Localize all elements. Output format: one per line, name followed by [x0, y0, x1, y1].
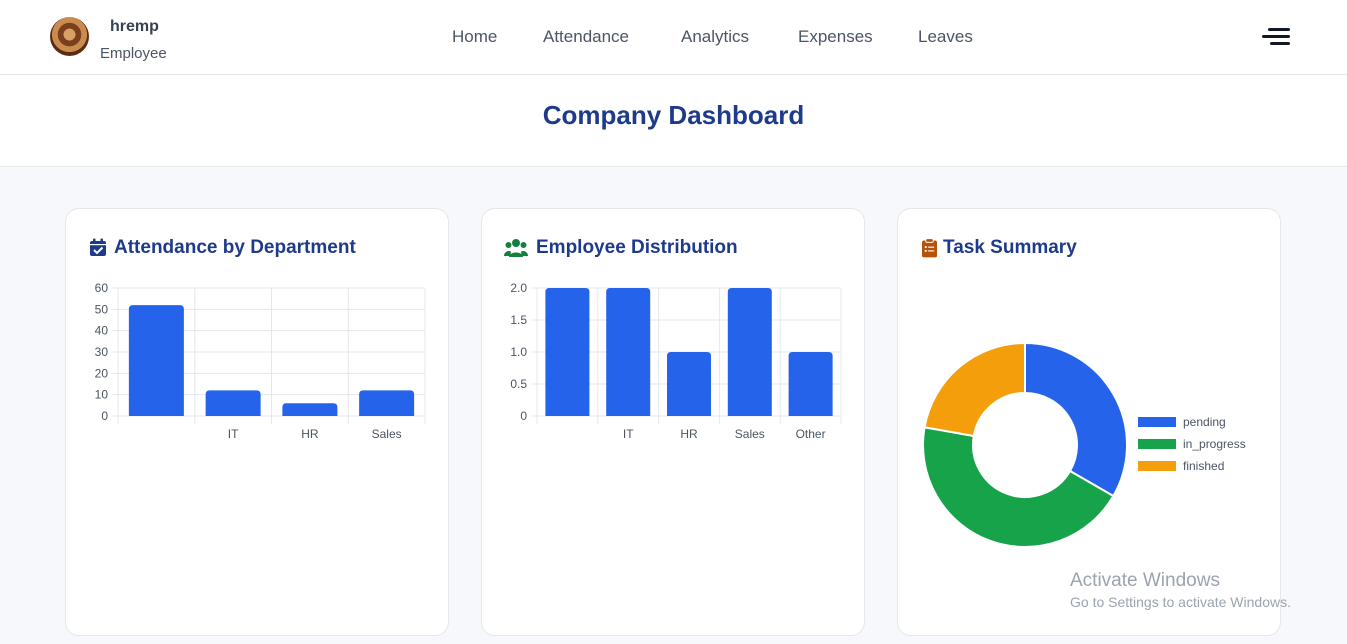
attendance-ytick: 60 [95, 281, 109, 295]
user-name: hremp [110, 18, 159, 35]
hamburger-menu-icon[interactable] [1262, 26, 1290, 48]
attendance-bar [128, 305, 184, 416]
attendance-card: Attendance by Department 0 10 20 30 40 50 60 IT… [65, 208, 449, 636]
donut-slice-pending [1024, 341, 1128, 498]
activate-windows-subtitle: Go to Settings to activate Windows. [1070, 594, 1291, 610]
employee-bar-chart: 0 0.5 1.0 1.5 2.0 IT HR Sales Other [510, 281, 842, 441]
legend-swatch-in_progress [1138, 439, 1176, 449]
employee-xtick: Sales [735, 427, 765, 441]
employee-bar [606, 288, 651, 416]
nav-leaves[interactable]: Leaves [918, 27, 973, 47]
attendance-ytick: 50 [95, 302, 109, 316]
page-header: Company Dashboard [0, 75, 1347, 167]
employee-bar [545, 288, 590, 416]
user-role: Employee [100, 45, 167, 62]
attendance-ytick: 40 [95, 324, 109, 338]
legend-swatch-pending [1138, 417, 1176, 427]
activate-windows-title: Activate Windows [1070, 570, 1220, 591]
employee-ytick: 2.0 [510, 281, 527, 295]
attendance-ytick: 0 [101, 409, 108, 423]
employee-xtick: HR [680, 427, 698, 441]
top-navbar: hremp Employee Home Attendance Analytics… [0, 0, 1347, 75]
attendance-bar [282, 403, 338, 416]
attendance-ytick: 30 [95, 345, 109, 359]
employee-ytick: 0 [520, 409, 527, 423]
legend-swatch-finished [1138, 461, 1176, 471]
employee-ytick: 1.0 [510, 345, 527, 359]
attendance-xtick: IT [228, 427, 239, 441]
employee-bar [727, 288, 772, 416]
employee-xtick: Other [796, 427, 826, 441]
legend-label-finished: finished [1183, 459, 1224, 473]
attendance-xtick: Sales [372, 427, 402, 441]
nav-expenses[interactable]: Expenses [798, 27, 873, 47]
attendance-xtick: HR [301, 427, 319, 441]
legend-label-in_progress: in_progress [1183, 437, 1246, 451]
attendance-bar [359, 390, 415, 416]
nav-home[interactable]: Home [452, 27, 497, 47]
attendance-ytick: 10 [95, 388, 109, 402]
donut-slice-finished [923, 341, 1026, 438]
employee-xtick: IT [623, 427, 634, 441]
employee-bar [788, 352, 833, 416]
employee-ytick: 0.5 [510, 377, 527, 391]
employee-bar [667, 352, 711, 416]
nav-attendance[interactable]: Attendance [543, 27, 629, 47]
attendance-bar-chart: 0 10 20 30 40 50 60 IT HR Sales [95, 281, 426, 441]
attendance-ytick: 20 [95, 366, 109, 380]
employee-ytick: 1.5 [510, 313, 527, 327]
employee-distribution-card: Employee Distribution 0 0.5 1.0 1.5 2.0 IT HR S… [481, 208, 865, 636]
nav-analytics[interactable]: Analytics [681, 27, 749, 47]
attendance-bar [205, 390, 261, 416]
avatar[interactable] [50, 17, 89, 56]
legend-label-pending: pending [1183, 415, 1226, 429]
page-title: Company Dashboard [542, 100, 805, 130]
